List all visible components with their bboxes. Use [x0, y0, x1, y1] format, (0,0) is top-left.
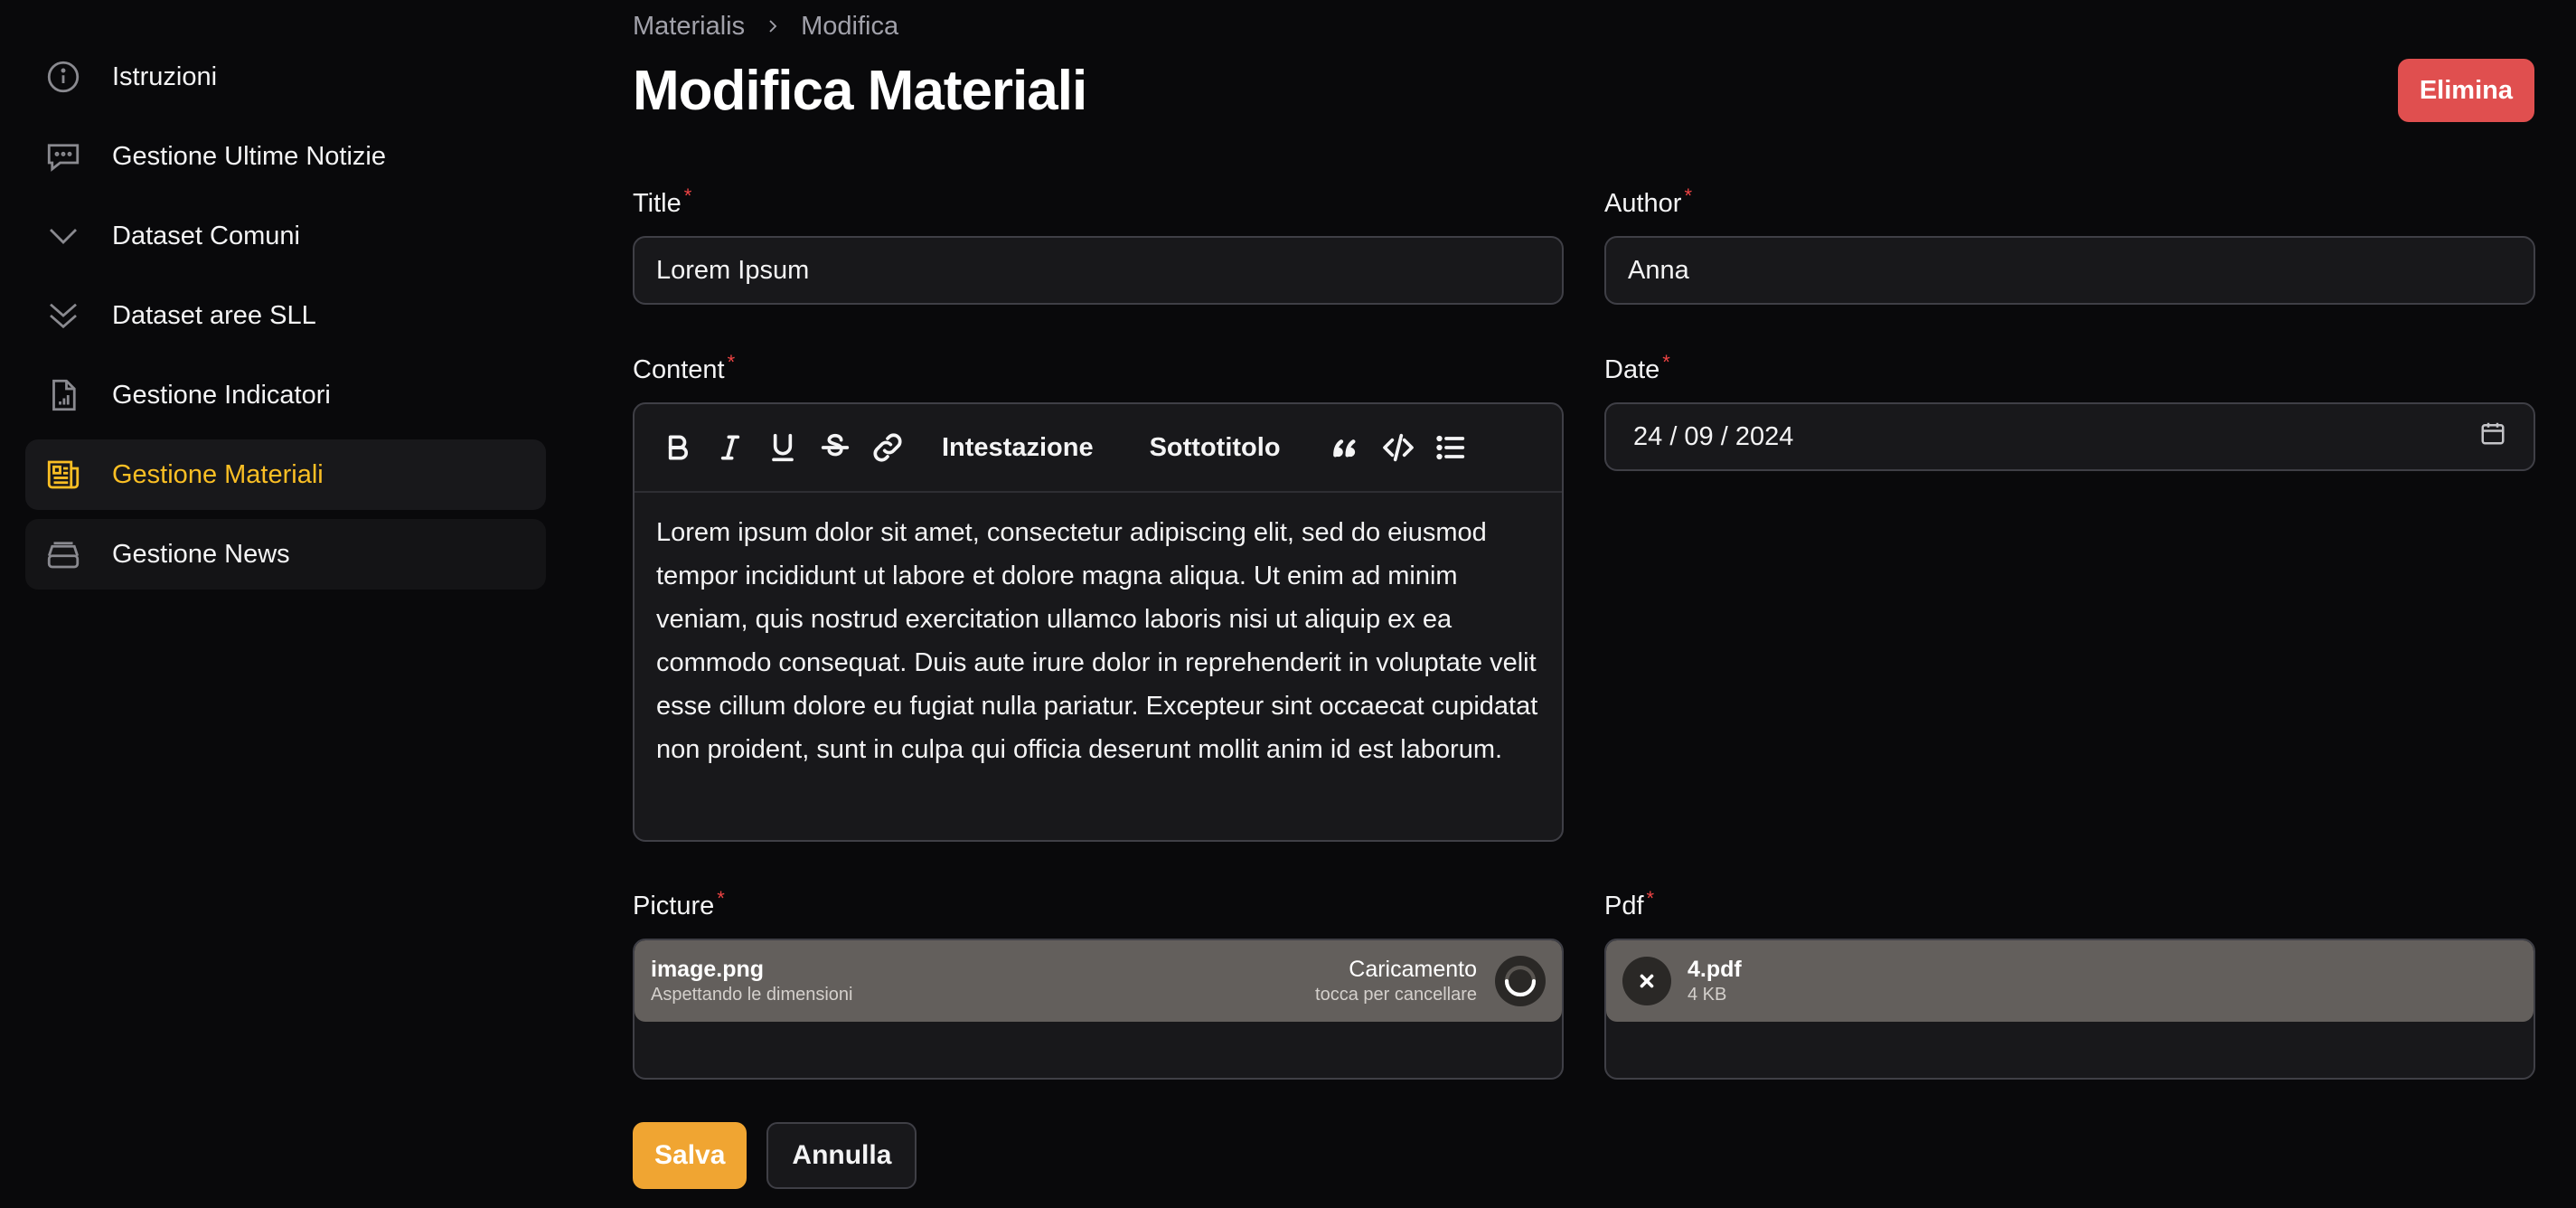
required-marker: * [727, 351, 736, 373]
picture-label: Picture [633, 891, 715, 920]
pdf-dropzone[interactable]: 4.pdf 4 KB [1604, 939, 2535, 1080]
sidebar-item-dataset-aree-sll[interactable]: Dataset aree SLL [25, 280, 546, 351]
sidebar-item-materiali[interactable]: Gestione Materiali [25, 439, 546, 510]
required-marker: * [1646, 887, 1655, 910]
sidebar-item-indicatori[interactable]: Gestione Indicatori [25, 360, 546, 430]
chat-icon [43, 137, 83, 176]
content-label: Content [633, 354, 725, 384]
rich-text-editor[interactable]: Intestazione Sottotitolo Lorem ipsum dol… [633, 402, 1564, 842]
info-icon [43, 57, 83, 97]
picture-field: Picture * image.png Aspettando le dimensi… [633, 887, 1564, 1080]
date-input[interactable]: 24 / 09 / 2024 [1604, 402, 2535, 471]
italic-icon[interactable] [712, 422, 748, 473]
pdf-label: Pdf [1604, 891, 1644, 920]
pdf-file-item: 4.pdf 4 KB [1606, 940, 2534, 1022]
chevron-double-down-icon [43, 296, 83, 335]
sidebar-item-label: Istruzioni [112, 61, 218, 91]
required-marker: * [1684, 184, 1693, 207]
title-field: Title * Lorem Ipsum [633, 184, 1564, 305]
page-title: Modifica Materiali [633, 59, 1087, 122]
required-marker: * [683, 184, 692, 207]
breadcrumb: Materialis Modifica [633, 0, 2534, 52]
sidebar-item-label: Gestione Indicatori [112, 380, 331, 410]
date-field: Date * 24 / 09 / 2024 [1604, 351, 2535, 471]
pdf-field: Pdf * 4.pdf 4 KB [1604, 887, 2535, 1080]
code-icon[interactable] [1380, 422, 1416, 473]
file-size: 4 KB [1688, 985, 1727, 1005]
save-button[interactable]: Salva [633, 1122, 747, 1189]
newspaper-icon [43, 455, 83, 495]
sidebar-item-istruzioni[interactable]: Istruzioni [25, 42, 546, 112]
underline-icon[interactable] [765, 422, 801, 473]
link-icon[interactable] [870, 422, 906, 473]
chevron-down-icon [43, 216, 83, 256]
upload-status-hint: tocca per cancellare [1315, 985, 1477, 1005]
bullet-list-icon[interactable] [1433, 422, 1469, 473]
title-input[interactable]: Lorem Ipsum [633, 236, 1564, 305]
sidebar-item-label: Gestione Materiali [112, 459, 324, 489]
author-field: Author * Anna [1604, 184, 2535, 305]
file-name: 4.pdf [1688, 957, 1742, 982]
inbox-stack-icon [43, 534, 83, 574]
delete-button[interactable]: Elimina [2397, 59, 2534, 122]
picture-file-item[interactable]: image.png Aspettando le dimensioni Caric… [635, 940, 1562, 1022]
upload-status: Caricamento [1349, 957, 1477, 982]
form-actions: Salva Annulla [633, 1122, 917, 1189]
sidebar-item-news[interactable]: Gestione News [25, 519, 546, 590]
quote-icon[interactable] [1328, 422, 1364, 473]
author-label: Author [1604, 188, 1682, 218]
sidebar-item-label: Gestione Ultime Notizie [112, 141, 386, 171]
date-value: 24 / 09 / 2024 [1633, 421, 1794, 451]
strikethrough-icon[interactable] [817, 422, 853, 473]
content-field: Content * Intestazione Sottotitolo Lorem … [633, 351, 1564, 842]
date-label: Date [1604, 354, 1660, 384]
file-status-detail: Aspettando le dimensioni [651, 985, 853, 1005]
editor-content[interactable]: Lorem ipsum dolor sit amet, consectetur … [635, 493, 1562, 789]
sidebar-item-label: Dataset aree SLL [112, 300, 316, 330]
picture-dropzone[interactable]: image.png Aspettando le dimensioni Caric… [633, 939, 1564, 1080]
editor-toolbar: Intestazione Sottotitolo [635, 404, 1562, 493]
author-input[interactable]: Anna [1604, 236, 2535, 305]
required-marker: * [1662, 351, 1670, 373]
document-chart-icon [43, 375, 83, 415]
required-marker: * [717, 887, 725, 910]
sidebar: Istruzioni Gestione Ultime Notizie Datas… [25, 42, 546, 599]
heading-button[interactable]: Intestazione [922, 422, 1114, 473]
remove-file-icon[interactable] [1622, 957, 1671, 1005]
page-header: Modifica Materiali Elimina [633, 52, 2534, 128]
sidebar-item-label: Gestione News [112, 539, 290, 569]
main-content: Materialis Modifica Modifica Materiali E… [633, 0, 2535, 1189]
bold-icon[interactable] [660, 422, 696, 473]
cancel-button[interactable]: Annulla [766, 1122, 917, 1189]
file-name: image.png [651, 957, 765, 982]
sidebar-item-label: Dataset Comuni [112, 221, 300, 250]
calendar-icon[interactable] [2479, 420, 2506, 454]
sidebar-item-dataset-comuni[interactable]: Dataset Comuni [25, 201, 546, 271]
chevron-right-icon [765, 18, 781, 34]
sidebar-item-ultime-notizie[interactable]: Gestione Ultime Notizie [25, 121, 546, 192]
breadcrumb-current: Modifica [801, 11, 899, 41]
loading-spinner-icon[interactable] [1495, 956, 1546, 1006]
title-label: Title [633, 188, 682, 218]
breadcrumb-parent-link[interactable]: Materialis [633, 12, 745, 42]
subheading-button[interactable]: Sottotitolo [1130, 422, 1301, 473]
